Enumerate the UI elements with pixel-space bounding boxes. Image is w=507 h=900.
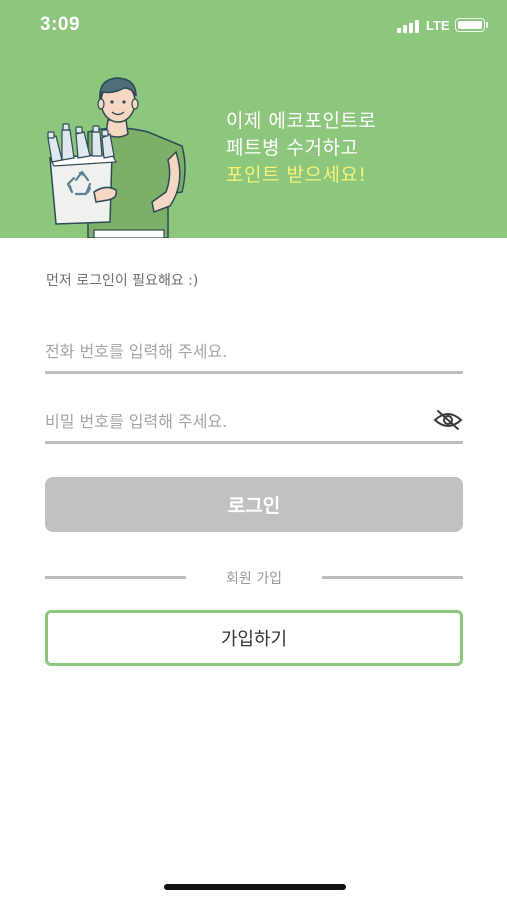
signal-icon	[397, 20, 419, 33]
phone-field	[45, 332, 463, 374]
signup-divider-label: 회원 가입	[226, 571, 282, 587]
home-indicator[interactable]	[164, 884, 346, 890]
phone-input[interactable]	[45, 332, 463, 370]
status-bar: 3:09 LTE	[0, 0, 507, 52]
login-button[interactable]: 로그인	[45, 477, 463, 532]
battery-icon	[455, 18, 485, 32]
hero-headline: 이제 에코포인트로 페트병 수거하고 포인트 받으세요!	[226, 108, 376, 189]
status-time: 3:09	[40, 14, 81, 35]
password-input[interactable]	[45, 402, 425, 440]
divider-right	[322, 576, 463, 579]
divider-left	[45, 576, 186, 579]
recycling-person-illustration	[47, 77, 186, 238]
headline-line-3: 포인트 받으세요!	[226, 164, 367, 186]
network-type: LTE	[426, 18, 450, 33]
password-field	[45, 402, 463, 444]
signup-button[interactable]: 가입하기	[45, 610, 463, 666]
headline-line-1: 이제 에코포인트로	[226, 110, 377, 132]
login-hint: 먼저 로그인이 필요해요 :)	[46, 273, 199, 289]
eye-off-icon[interactable]	[433, 408, 463, 432]
hero-banner: 3:09 LTE 이제 에코포인트로 페트병 수거하고 포인트 받으세요!	[0, 0, 507, 238]
headline-line-2: 페트병 수거하고	[226, 137, 359, 159]
